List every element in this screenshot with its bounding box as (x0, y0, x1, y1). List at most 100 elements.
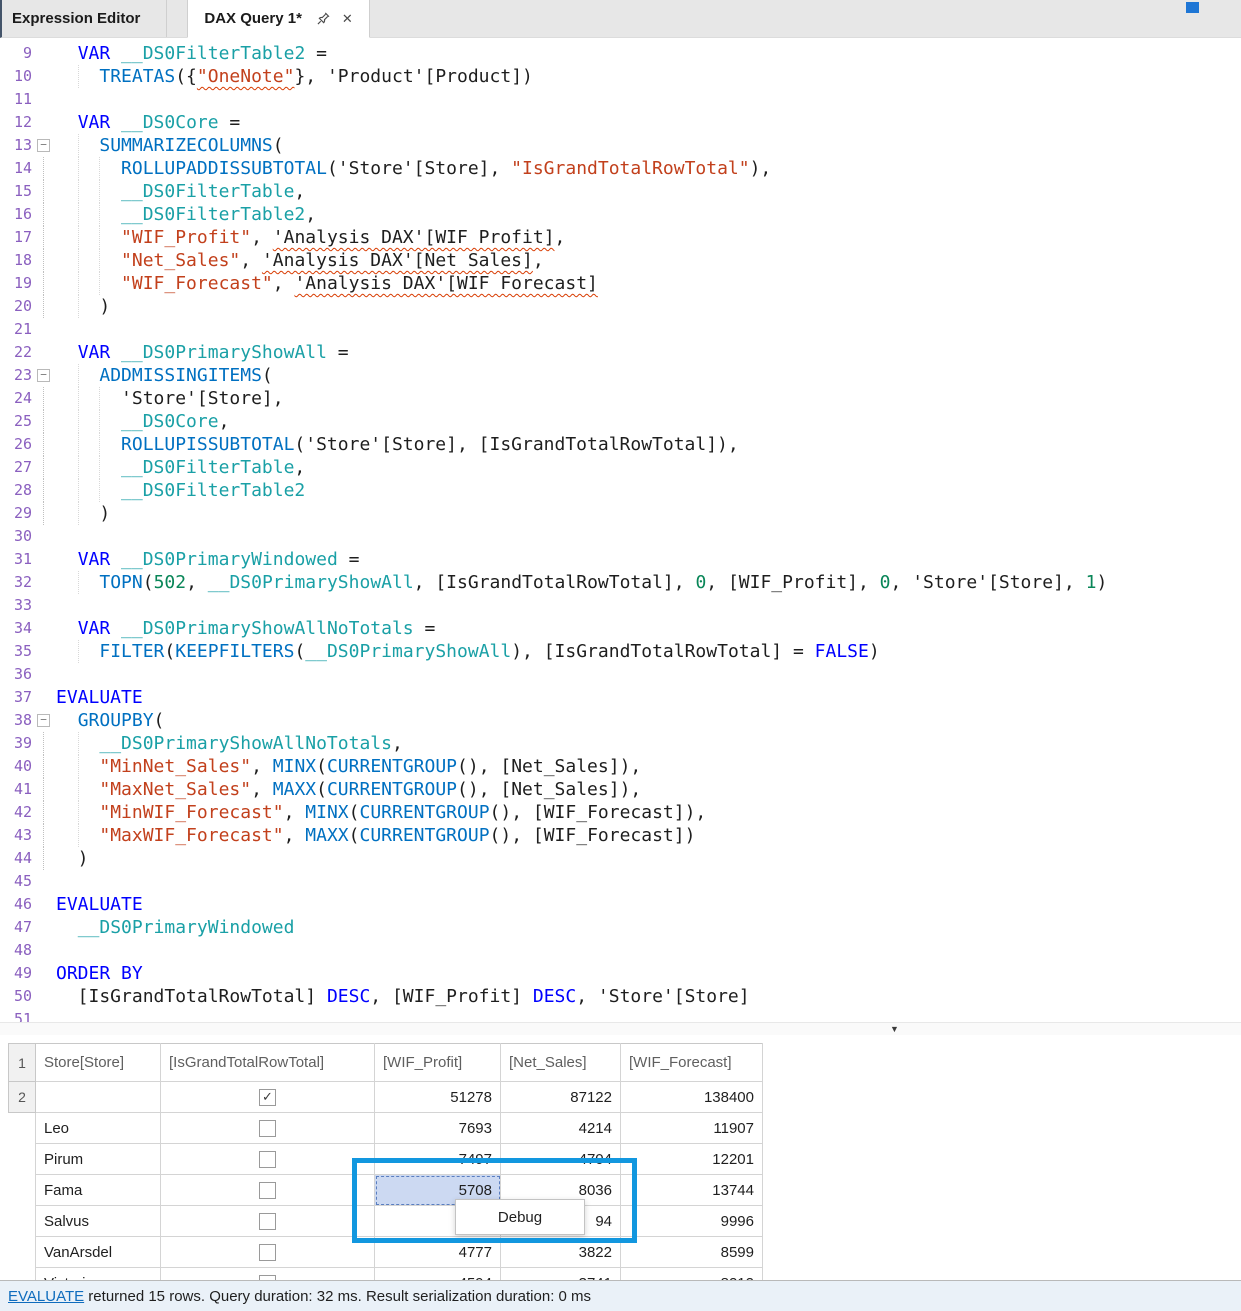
cell-wif-forecast[interactable]: 8212 (621, 1268, 763, 1281)
code-line[interactable]: 9 VAR __DS0FilterTable2 = (0, 42, 1241, 65)
cell-wif-forecast[interactable]: 13744 (621, 1175, 763, 1206)
line-number[interactable]: 28 (0, 479, 34, 502)
cell-store[interactable]: Pirum (36, 1144, 161, 1175)
cell-wif-forecast[interactable]: 11907 (621, 1113, 763, 1144)
code-line[interactable]: 41 "MaxNet_Sales", MAXX(CURRENTGROUP(), … (0, 778, 1241, 801)
cell-net-sales[interactable]: 3741 (501, 1268, 621, 1281)
cell-net-sales[interactable]: 4704 (501, 1144, 621, 1175)
line-number[interactable]: 35 (0, 640, 34, 663)
line-number[interactable]: 33 (0, 594, 34, 617)
code-line[interactable]: 10 TREATAS({"OneNote"}, 'Product'[Produc… (0, 65, 1241, 88)
code-line[interactable]: 49ORDER BY (0, 962, 1241, 985)
line-number[interactable]: 20 (0, 295, 34, 318)
mini-scrollbar-thumb[interactable] (1186, 2, 1199, 13)
row-header[interactable]: 1 (9, 1044, 36, 1082)
line-number[interactable]: 30 (0, 525, 34, 548)
line-number[interactable]: 27 (0, 456, 34, 479)
line-number[interactable]: 23 (0, 364, 34, 387)
row-header[interactable]: 2 (9, 1082, 36, 1113)
line-number[interactable]: 18 (0, 249, 34, 272)
line-number[interactable]: 19 (0, 272, 34, 295)
cell-wif-forecast[interactable]: 8599 (621, 1237, 763, 1268)
line-number[interactable]: 36 (0, 663, 34, 686)
code-line[interactable]: 17 "WIF_Profit", 'Analysis DAX'[WIF Prof… (0, 226, 1241, 249)
line-number[interactable]: 45 (0, 870, 34, 893)
cell-net-sales[interactable]: 3822 (501, 1237, 621, 1268)
column-header[interactable]: [WIF_Forecast] (621, 1044, 763, 1082)
code-line[interactable]: 19 "WIF_Forecast", 'Analysis DAX'[WIF Fo… (0, 272, 1241, 295)
code-line[interactable]: 11 (0, 88, 1241, 111)
line-number[interactable]: 42 (0, 801, 34, 824)
line-number[interactable]: 39 (0, 732, 34, 755)
code-line[interactable]: 15 __DS0FilterTable, (0, 180, 1241, 203)
code-line[interactable]: 20 ) (0, 295, 1241, 318)
code-line[interactable]: 28 __DS0FilterTable2 (0, 479, 1241, 502)
line-number[interactable]: 49 (0, 962, 34, 985)
line-number[interactable]: 50 (0, 985, 34, 1008)
code-line[interactable]: 25 __DS0Core, (0, 410, 1241, 433)
line-number[interactable]: 37 (0, 686, 34, 709)
code-line[interactable]: 30 (0, 525, 1241, 548)
code-line[interactable]: 38− GROUPBY( (0, 709, 1241, 732)
line-number[interactable]: 17 (0, 226, 34, 249)
cell-wif-forecast[interactable]: 12201 (621, 1144, 763, 1175)
code-line[interactable]: 39 __DS0PrimaryShowAllNoTotals, (0, 732, 1241, 755)
evaluate-link[interactable]: EVALUATE (8, 1288, 84, 1305)
line-number[interactable]: 38 (0, 709, 34, 732)
cell-net-sales[interactable]: 4214 (501, 1113, 621, 1144)
cell-wif-profit[interactable]: 51278 (375, 1082, 501, 1113)
cell-store[interactable]: Victoria (36, 1268, 161, 1281)
column-header[interactable]: [WIF_Profit] (375, 1044, 501, 1082)
code-line[interactable]: 23− ADDMISSINGITEMS( (0, 364, 1241, 387)
code-line[interactable]: 16 __DS0FilterTable2, (0, 203, 1241, 226)
cell-grand-total-flag[interactable] (161, 1144, 375, 1175)
line-number[interactable]: 44 (0, 847, 34, 870)
code-line[interactable]: 26 ROLLUPISSUBTOTAL('Store'[Store], [IsG… (0, 433, 1241, 456)
cell-grand-total-flag[interactable] (161, 1206, 375, 1237)
code-line[interactable]: 42 "MinWIF_Forecast", MINX(CURRENTGROUP(… (0, 801, 1241, 824)
fold-collapse-icon[interactable]: − (37, 714, 50, 727)
line-number[interactable]: 14 (0, 157, 34, 180)
code-line[interactable]: 33 (0, 594, 1241, 617)
line-number[interactable]: 21 (0, 318, 34, 341)
line-number[interactable]: 24 (0, 387, 34, 410)
code-line[interactable]: 43 "MaxWIF_Forecast", MAXX(CURRENTGROUP(… (0, 824, 1241, 847)
code-line[interactable]: 40 "MinNet_Sales", MINX(CURRENTGROUP(), … (0, 755, 1241, 778)
cell-wif-forecast[interactable]: 138400 (621, 1082, 763, 1113)
tab-expression-editor[interactable]: Expression Editor (2, 0, 167, 37)
code-line[interactable]: 37EVALUATE (0, 686, 1241, 709)
line-number[interactable]: 13 (0, 134, 34, 157)
fold-collapse-icon[interactable]: − (37, 139, 50, 152)
code-line[interactable]: 27 __DS0FilterTable, (0, 456, 1241, 479)
cell-store[interactable]: Fama (36, 1175, 161, 1206)
code-line[interactable]: 44 ) (0, 847, 1241, 870)
line-number[interactable]: 26 (0, 433, 34, 456)
line-number[interactable]: 51 (0, 1008, 34, 1022)
code-line[interactable]: 18 "Net_Sales", 'Analysis DAX'[Net Sales… (0, 249, 1241, 272)
cell-grand-total-flag[interactable] (161, 1237, 375, 1268)
cell-grand-total-flag[interactable] (161, 1175, 375, 1206)
line-number[interactable]: 22 (0, 341, 34, 364)
code-line[interactable]: 34 VAR __DS0PrimaryShowAllNoTotals = (0, 617, 1241, 640)
code-line[interactable]: 22 VAR __DS0PrimaryShowAll = (0, 341, 1241, 364)
code-line[interactable]: 48 (0, 939, 1241, 962)
line-number[interactable]: 15 (0, 180, 34, 203)
code-editor[interactable]: 9 VAR __DS0FilterTable2 =10 TREATAS({"On… (0, 38, 1241, 1022)
line-number[interactable]: 11 (0, 88, 34, 111)
line-number[interactable]: 25 (0, 410, 34, 433)
line-number[interactable]: 10 (0, 65, 34, 88)
column-header[interactable]: Store[Store] (36, 1044, 161, 1082)
code-line[interactable]: 24 'Store'[Store], (0, 387, 1241, 410)
code-line[interactable]: 12 VAR __DS0Core = (0, 111, 1241, 134)
line-number[interactable]: 29 (0, 502, 34, 525)
line-number[interactable]: 41 (0, 778, 34, 801)
line-number[interactable]: 47 (0, 916, 34, 939)
code-line[interactable]: 14 ROLLUPADDISSUBTOTAL('Store'[Store], "… (0, 157, 1241, 180)
line-number[interactable]: 16 (0, 203, 34, 226)
cell-store[interactable]: Salvus (36, 1206, 161, 1237)
line-number[interactable]: 9 (0, 42, 34, 65)
cell-wif-forecast[interactable]: 9996 (621, 1206, 763, 1237)
line-number[interactable]: 12 (0, 111, 34, 134)
column-header[interactable]: [Net_Sales] (501, 1044, 621, 1082)
code-line[interactable]: 31 VAR __DS0PrimaryWindowed = (0, 548, 1241, 571)
